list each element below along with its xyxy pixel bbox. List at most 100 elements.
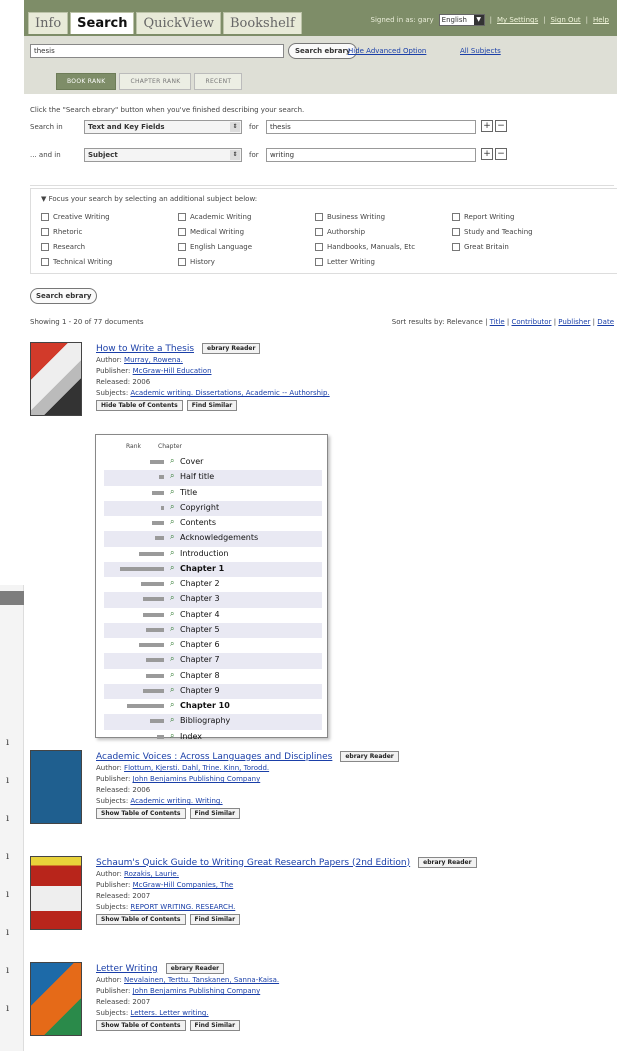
author-link[interactable]: Flottum, Kjersti. Dahl, Trine. Kinn, Tor… <box>124 764 269 772</box>
magnifier-icon[interactable]: ⌕ <box>170 593 174 603</box>
result-title-link[interactable]: Academic Voices : Across Languages and D… <box>96 752 332 762</box>
checkbox[interactable] <box>178 227 186 236</box>
magnifier-icon[interactable]: ⌕ <box>170 731 174 741</box>
checkbox[interactable] <box>452 227 460 236</box>
subject-link[interactable]: Letters. Letter writing. <box>130 1009 208 1017</box>
toggle-toc-button[interactable]: Show Table of Contents <box>96 1020 186 1031</box>
add-row-icon[interactable]: + <box>481 120 493 132</box>
chapter-title[interactable]: Index <box>180 732 202 741</box>
publisher-link[interactable]: John Benjamins Publishing Company <box>133 775 261 783</box>
magnifier-icon[interactable]: ⌕ <box>170 502 174 512</box>
checkbox[interactable] <box>178 212 186 221</box>
all-subjects-link[interactable]: All Subjects <box>460 47 501 55</box>
help-link[interactable]: Help <box>593 16 609 24</box>
subject-checkbox[interactable]: Creative Writing <box>41 211 178 222</box>
chapter-row[interactable]: ⌕ Introduction <box>104 547 322 562</box>
toggle-toc-button[interactable]: Show Table of Contents <box>96 914 186 925</box>
sort-publisher-link[interactable]: Publisher <box>558 318 590 326</box>
subject-checkbox[interactable]: Rhetoric <box>41 226 178 237</box>
subject-checkbox[interactable]: Handbooks, Manuals, Etc <box>315 241 452 252</box>
checkbox[interactable] <box>315 227 323 236</box>
book-cover-thumbnail[interactable] <box>30 856 82 930</box>
subject-checkbox[interactable]: Study and Teaching <box>452 226 592 237</box>
chapter-title[interactable]: Title <box>180 488 197 497</box>
result-title-link[interactable]: How to Write a Thesis <box>96 344 194 354</box>
magnifier-icon[interactable]: ⌕ <box>170 609 174 619</box>
result-title-link[interactable]: Schaum's Quick Guide to Writing Great Re… <box>96 858 410 868</box>
language-select[interactable]: English ▼ <box>438 14 485 26</box>
chapter-row[interactable]: ⌕ Bibliography <box>104 714 322 730</box>
checkbox[interactable] <box>315 257 323 266</box>
find-similar-button[interactable]: Find Similar <box>186 400 238 411</box>
publisher-link[interactable]: John Benjamins Publishing Company <box>133 987 261 995</box>
chapter-title[interactable]: Chapter 7 <box>180 655 220 664</box>
book-cover-thumbnail[interactable] <box>30 342 82 416</box>
remove-row-icon[interactable]: − <box>495 148 507 160</box>
subject-checkbox[interactable]: Medical Writing <box>178 226 315 237</box>
magnifier-icon[interactable]: ⌕ <box>170 456 174 466</box>
book-cover-thumbnail[interactable] <box>30 962 82 1036</box>
chapter-row[interactable]: ⌕ Chapter 3 <box>104 592 322 608</box>
tab-info[interactable]: Info <box>28 12 69 34</box>
chapter-row[interactable]: ⌕ Chapter 8 <box>104 669 322 684</box>
magnifier-icon[interactable]: ⌕ <box>170 639 174 649</box>
chapter-row[interactable]: ⌕ Chapter 10 <box>104 699 322 714</box>
magnifier-icon[interactable]: ⌕ <box>170 654 174 664</box>
chapter-title[interactable]: Chapter 4 <box>180 610 220 619</box>
magnifier-icon[interactable]: ⌕ <box>170 715 174 725</box>
chapter-title[interactable]: Bibliography <box>180 716 230 725</box>
chapter-title[interactable]: Chapter 1 <box>180 564 224 573</box>
chapter-row[interactable]: ⌕ Chapter 1 <box>104 561 322 577</box>
chapter-row[interactable]: ⌕ Half title <box>104 470 322 486</box>
find-similar-button[interactable]: Find Similar <box>189 914 241 925</box>
search-ebrary-button-2[interactable]: Search ebrary <box>30 288 98 304</box>
tab-search[interactable]: Search <box>70 12 135 34</box>
chapter-row[interactable]: ⌕ Index <box>104 730 322 745</box>
magnifier-icon[interactable]: ⌕ <box>170 578 174 588</box>
chapter-title[interactable]: Acknowledgements <box>180 533 258 542</box>
author-link[interactable]: Murray, Rowena. <box>124 356 183 364</box>
chapter-title[interactable]: Half title <box>180 472 214 481</box>
magnifier-icon[interactable]: ⌕ <box>170 487 174 497</box>
ebrary-reader-button[interactable]: ebrary Reader <box>340 751 399 762</box>
magnifier-icon[interactable]: ⌕ <box>170 532 174 542</box>
sort-date-link[interactable]: Date <box>597 318 614 326</box>
subject-checkbox[interactable]: Research <box>41 241 178 252</box>
subject-checkbox[interactable]: English Language <box>178 241 315 252</box>
checkbox[interactable] <box>41 242 49 251</box>
checkbox[interactable] <box>452 242 460 251</box>
magnifier-icon[interactable]: ⌕ <box>170 548 174 558</box>
field-select-2[interactable]: Subject ⇕ <box>84 148 242 162</box>
magnifier-icon[interactable]: ⌕ <box>170 471 174 481</box>
chapter-row[interactable]: ⌕ Chapter 6 <box>104 638 322 653</box>
toggle-toc-button[interactable]: Hide Table of Contents <box>96 400 183 411</box>
chapter-title[interactable]: Chapter 8 <box>180 671 220 680</box>
magnifier-icon[interactable]: ⌕ <box>170 685 174 695</box>
checkbox[interactable] <box>41 257 49 266</box>
subject-checkbox[interactable]: Great Britain <box>452 241 592 252</box>
chapter-title[interactable]: Chapter 2 <box>180 579 220 588</box>
tab-chapter-rank[interactable]: CHAPTER RANK <box>119 73 192 90</box>
checkbox[interactable] <box>178 242 186 251</box>
term-input-2[interactable]: writing <box>266 148 476 162</box>
publisher-link[interactable]: McGraw-Hill Companies, The <box>133 881 234 889</box>
ebrary-reader-button[interactable]: ebrary Reader <box>418 857 477 868</box>
chapter-title[interactable]: Contents <box>180 518 216 527</box>
subject-link[interactable]: Academic writing. Dissertations, Academi… <box>130 389 329 397</box>
chapter-row[interactable]: ⌕ Acknowledgements <box>104 531 322 547</box>
subject-link[interactable]: Academic writing. Writing. <box>130 797 222 805</box>
sort-title-link[interactable]: Title <box>490 318 505 326</box>
magnifier-icon[interactable]: ⌕ <box>170 670 174 680</box>
subject-checkbox[interactable]: Authorship <box>315 226 452 237</box>
sign-out-link[interactable]: Sign Out <box>550 16 580 24</box>
chapter-row[interactable]: ⌕ Chapter 9 <box>104 683 322 699</box>
chapter-title[interactable]: Chapter 9 <box>180 686 220 695</box>
chapter-title[interactable]: Cover <box>180 457 203 466</box>
tab-quickview[interactable]: QuickView <box>136 12 221 34</box>
chapter-title[interactable]: Copyright <box>180 503 219 512</box>
my-settings-link[interactable]: My Settings <box>497 16 538 24</box>
chapter-row[interactable]: ⌕ Cover <box>104 455 322 470</box>
publisher-link[interactable]: McGraw-Hill Education <box>133 367 212 375</box>
toggle-toc-button[interactable]: Show Table of Contents <box>96 808 186 819</box>
chapter-row[interactable]: ⌕ Chapter 4 <box>104 608 322 623</box>
